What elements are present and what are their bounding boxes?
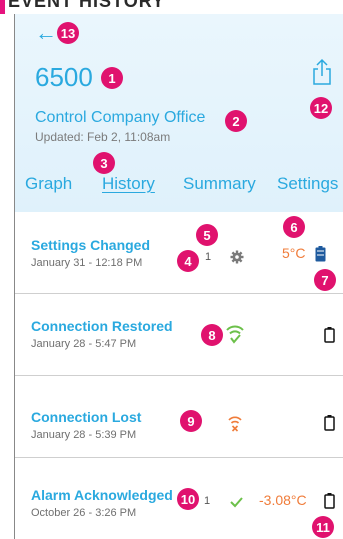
event-row-connection-restored[interactable]: Connection Restored January 28 - 5:47 PM… [15, 294, 343, 376]
check-icon [230, 497, 243, 508]
temperature-reading: 5°C [282, 245, 306, 261]
battery-icon-full [315, 246, 326, 262]
annotation-badge-12: 12 [310, 97, 332, 119]
device-location: Control Company Office [35, 109, 206, 126]
event-row-alarm-acknowledged[interactable]: Alarm Acknowledged October 26 - 3:26 PM … [15, 458, 343, 539]
event-title: Connection Lost [31, 409, 142, 425]
event-date: January 28 - 5:47 PM [31, 338, 137, 350]
event-row-connection-lost[interactable]: Connection Lost January 28 - 5:39 PM 9 [15, 376, 343, 458]
event-row-settings-changed[interactable]: Settings Changed January 31 - 12:18 PM 4… [15, 212, 343, 294]
wifi-x-icon [228, 416, 242, 432]
annotation-badge-7: 7 [314, 269, 336, 291]
event-date: January 31 - 12:18 PM [31, 257, 143, 269]
battery-icon-empty [324, 493, 335, 509]
annotation-badge-6: 6 [283, 216, 305, 238]
event-date: January 28 - 5:39 PM [31, 429, 137, 441]
event-title: Settings Changed [31, 237, 151, 253]
screen-title-strip: EVENT HISTORY [0, 0, 343, 14]
event-date: October 26 - 3:26 PM [31, 507, 137, 519]
annotation-badge-5: 5 [196, 224, 218, 246]
back-arrow-icon[interactable]: ← [35, 22, 57, 44]
battery-icon-empty [324, 327, 335, 343]
screen-title: EVENT HISTORY [8, 0, 166, 11]
annotation-badge-13: 13 [57, 22, 79, 44]
event-title: Connection Restored [31, 318, 173, 334]
event-count: 1 [204, 495, 211, 507]
wifi-check-icon [226, 325, 244, 344]
updated-timestamp: Updated: Feb 2, 11:08am [35, 130, 171, 144]
annotation-badge-9: 9 [180, 410, 202, 432]
title-accent-bar [0, 0, 5, 14]
temperature-reading: -3.08°C [259, 492, 307, 508]
share-icon[interactable] [311, 58, 333, 86]
event-count: 1 [205, 251, 212, 263]
annotation-badge-4: 4 [177, 250, 199, 272]
phone-frame: ← 13 6500 1 12 Control Company Office 2 … [14, 14, 343, 539]
tab-settings[interactable]: Settings [277, 174, 338, 194]
annotation-badge-1: 1 [101, 67, 123, 89]
annotation-badge-3: 3 [93, 152, 115, 174]
device-id: 6500 [35, 62, 93, 92]
gear-icon [230, 250, 244, 264]
annotation-badge-10: 10 [177, 488, 199, 510]
tab-graph[interactable]: Graph [25, 174, 72, 194]
battery-icon-empty [324, 415, 335, 431]
annotation-badge-2: 2 [225, 110, 247, 132]
tab-history[interactable]: History [102, 174, 155, 194]
event-title: Alarm Acknowledged [31, 487, 173, 503]
annotation-badge-8: 8 [201, 324, 223, 346]
annotation-badge-11: 11 [312, 516, 334, 538]
tab-summary[interactable]: Summary [183, 174, 256, 194]
